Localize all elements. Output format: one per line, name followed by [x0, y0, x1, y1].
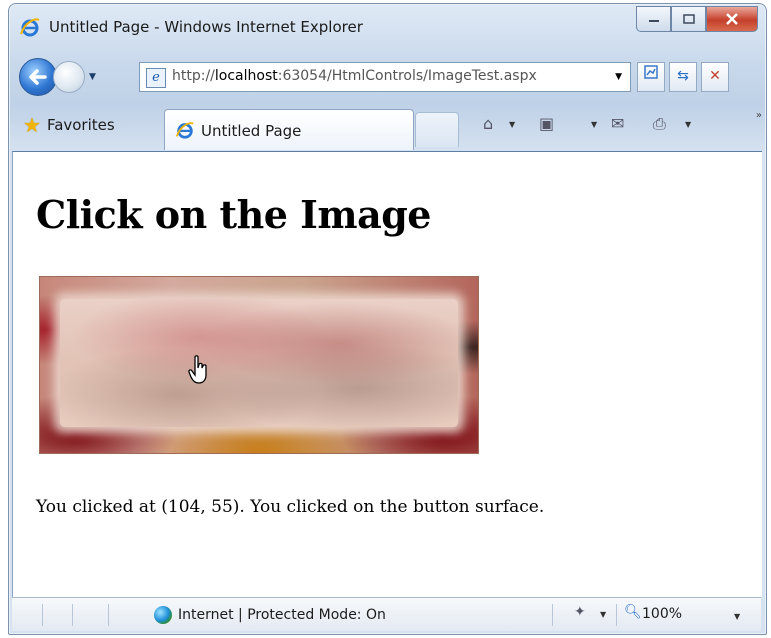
page-icon: e — [146, 68, 166, 88]
feeds-icon[interactable]: ▣ — [539, 114, 554, 133]
refresh-button[interactable]: ⇆ — [669, 62, 697, 92]
zoom-dropdown-icon[interactable]: ▼ — [734, 612, 740, 621]
back-arrow-icon — [29, 69, 47, 85]
new-tab-button[interactable] — [415, 112, 459, 147]
navigation-bar: ▼ e http://localhost:63054/HtmlControls/… — [9, 52, 766, 102]
favorites-button[interactable]: ★ Favorites — [23, 111, 115, 139]
tab-label: Untitled Page — [201, 122, 302, 140]
favorites-label: Favorites — [46, 116, 115, 134]
tab-untitled-page[interactable]: Untitled Page — [164, 109, 414, 150]
status-bar: Internet | Protected Mode: On ✦ ▼ 🔍︎ 100… — [12, 597, 761, 631]
stop-button[interactable]: ✕ — [701, 62, 729, 92]
button-surface[interactable] — [60, 299, 458, 427]
popup-blocker-icon[interactable]: ✦ — [574, 604, 586, 620]
zoom-icon[interactable]: 🔍︎ — [624, 604, 642, 620]
recent-pages-dropdown-icon[interactable]: ▼ — [89, 72, 96, 82]
minimize-button[interactable] — [636, 6, 671, 32]
url-host: localhost — [214, 68, 278, 84]
url-prefix: http:// — [172, 68, 215, 84]
ie-logo-icon — [20, 18, 40, 37]
status-divider — [42, 604, 43, 626]
page-heading: Click on the Image — [36, 192, 431, 237]
refresh-icon: ⇆ — [677, 68, 689, 84]
url-text: http://localhost:63054/HtmlControls/Imag… — [172, 68, 537, 84]
home-dropdown-icon[interactable]: ▼ — [509, 120, 515, 129]
print-icon[interactable]: ⎙ — [653, 114, 666, 134]
tab-row: ★ Favorites Untitled Page ⌂ ▼ ▣ ▼ ✉ ⎙ ▼ … — [9, 102, 766, 150]
home-icon[interactable]: ⌂ — [483, 114, 493, 133]
status-divider — [616, 604, 617, 626]
stop-icon: ✕ — [709, 68, 721, 84]
compatibility-icon — [644, 65, 658, 79]
internet-zone-icon — [154, 606, 172, 624]
maximize-icon — [682, 14, 695, 24]
close-button[interactable] — [706, 6, 758, 32]
image-button[interactable] — [39, 276, 479, 454]
caption-buttons — [636, 6, 758, 32]
security-zone-text[interactable]: Internet | Protected Mode: On — [178, 607, 386, 623]
feeds-dropdown-icon[interactable]: ▼ — [591, 120, 597, 129]
status-divider — [72, 604, 73, 626]
close-icon — [726, 13, 738, 25]
popup-dropdown-icon[interactable]: ▼ — [600, 610, 606, 619]
toolbar-overflow-icon[interactable]: » — [756, 110, 762, 121]
click-result-message: You clicked at (104, 55). You clicked on… — [36, 497, 545, 517]
ie-tab-icon — [175, 122, 194, 139]
status-divider — [108, 604, 109, 626]
compatibility-view-button[interactable] — [637, 62, 665, 92]
minimize-icon — [648, 20, 659, 22]
maximize-button[interactable] — [671, 6, 706, 32]
url-path: :63054/HtmlControls/ImageTest.aspx — [277, 68, 537, 84]
print-dropdown-icon[interactable]: ▼ — [685, 120, 691, 129]
hand-cursor-icon — [188, 355, 207, 384]
address-field[interactable]: e http://localhost:63054/HtmlControls/Im… — [139, 62, 631, 92]
zoom-level[interactable]: 100% — [642, 606, 682, 622]
address-dropdown-icon[interactable]: ▼ — [615, 72, 622, 82]
back-button[interactable] — [19, 58, 57, 96]
status-divider — [552, 604, 553, 626]
browser-window: Untitled Page - Windows Internet Explore… — [8, 3, 767, 635]
window-title: Untitled Page - Windows Internet Explore… — [49, 18, 363, 36]
favorites-star-icon: ★ — [23, 113, 41, 137]
page-content: Click on the Image You clicked at (104, … — [12, 151, 762, 597]
title-bar: Untitled Page - Windows Internet Explore… — [9, 4, 766, 52]
forward-button[interactable] — [53, 61, 85, 93]
mail-icon[interactable]: ✉ — [611, 114, 624, 133]
